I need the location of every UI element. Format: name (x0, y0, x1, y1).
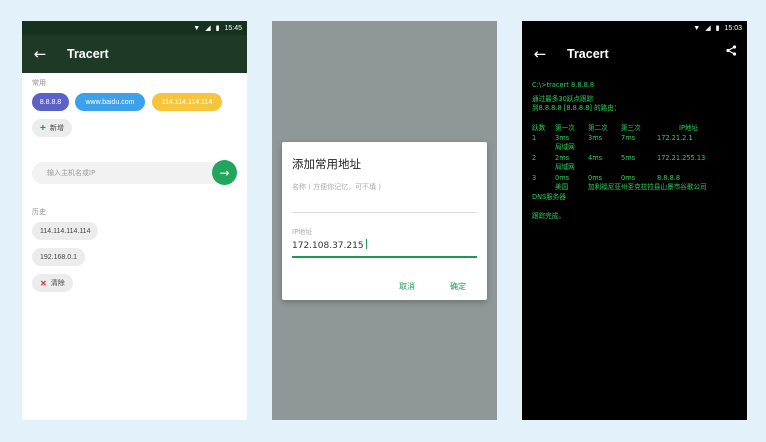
ip-field-underline (292, 256, 477, 258)
ip-field-label: IP地址 (292, 228, 313, 236)
host-search-input[interactable]: 输入主机名或IP (32, 162, 224, 184)
hop-location: 局域网 (555, 163, 575, 171)
clear-label: 清除 (50, 280, 65, 287)
dialog-title: 添加常用地址 (292, 157, 361, 171)
hop-ip: 172.21.255.13 (657, 154, 706, 162)
common-chip[interactable]: 114.114.114.114 (152, 93, 222, 111)
share-icon[interactable] (726, 45, 737, 59)
confirm-button[interactable]: 确定 (450, 281, 466, 292)
clear-history-button[interactable]: ✕ 清除 (32, 274, 73, 292)
hop-number: 3 (532, 174, 537, 182)
plus-icon: + (40, 122, 46, 134)
hop-time: 7ms (621, 134, 636, 142)
hop-number: 2 (532, 154, 537, 162)
hop-location: 美国 (555, 183, 569, 191)
cancel-button[interactable]: 取消 (399, 281, 415, 292)
header-hop: 跃数 (532, 124, 546, 132)
add-address-dialog: 添加常用地址 名称 ( 方便你记忆，可不填 ) IP地址 172.108.37.… (282, 142, 487, 300)
name-field[interactable] (292, 212, 477, 213)
signal-icon: ◢ (205, 24, 211, 32)
history-section-label: 历史 (32, 208, 46, 216)
app-title: Tracert (67, 47, 109, 61)
wifi-icon: ▼ (693, 24, 701, 32)
hop-time: 0ms (621, 174, 636, 182)
trace-intro: 通过最多30跃点跟踪 (532, 95, 594, 103)
ip-field-value: 172.108.37.215 (292, 241, 364, 251)
hop-time: 3ms (555, 134, 570, 142)
add-label: 新增 (49, 125, 64, 132)
header-time3: 第三次 (621, 124, 641, 132)
history-item[interactable]: 114.114.114.114 (32, 222, 99, 240)
hop-time: 4ms (588, 154, 603, 162)
phone-screen-result: ▼ ◢ ▮ 15:03 ← Tracert C:\>tracert 8.8.8.… (522, 21, 747, 420)
header-time2: 第二次 (588, 124, 608, 132)
name-field-hint: 名称 ( 方便你记忆，可不填 ) (292, 183, 382, 191)
hop-time: 2ms (555, 154, 570, 162)
phone-screen-dialog: 添加常用地址 名称 ( 方便你记忆，可不填 ) IP地址 172.108.37.… (272, 21, 497, 420)
history-item[interactable]: 192.168.0.1 (32, 248, 85, 266)
hop-time: 5ms (621, 154, 636, 162)
header-ip: IP地址 (679, 124, 699, 132)
hop-number: 1 (532, 134, 537, 142)
hop-time: 0ms (555, 174, 570, 182)
ip-field[interactable]: 172.108.37.215 (292, 239, 367, 251)
signal-icon: ◢ (705, 24, 711, 32)
battery-icon: ▮ (715, 24, 720, 32)
text-caret (365, 239, 367, 249)
dns-label: DNS服务器 (532, 193, 566, 201)
status-time: 15:45 (224, 24, 242, 32)
common-chip[interactable]: 8.8.8.8 (32, 93, 69, 111)
trace-intro: 到8.8.8.8 [8.8.8.8] 的路由： (532, 104, 621, 112)
hop-ip: 8.8.8.8 (657, 174, 681, 182)
app-bar: ← Tracert (22, 35, 247, 73)
trace-complete: 跟踪完成。 (532, 212, 565, 220)
common-section-label: 常用 (32, 79, 46, 87)
hop-ip: 172.21.2.1 (657, 134, 693, 142)
search-placeholder: 输入主机名或IP (47, 169, 96, 177)
trace-go-button[interactable]: → (212, 160, 237, 185)
status-bar: ▼ ◢ ▮ 15:03 (522, 21, 747, 35)
wifi-icon: ▼ (193, 24, 201, 32)
close-icon: ✕ (40, 278, 47, 288)
battery-icon: ▮ (215, 24, 220, 32)
add-common-button[interactable]: + 新增 (32, 119, 72, 137)
status-bar: ▼ ◢ ▮ 15:45 (22, 21, 247, 35)
arrow-right-icon: → (219, 165, 230, 180)
back-arrow-icon[interactable]: ← (22, 46, 58, 62)
app-bar: ← Tracert (522, 35, 747, 73)
common-chip[interactable]: www.baidu.com (75, 93, 145, 111)
app-title: Tracert (567, 47, 609, 61)
hop-time: 0ms (588, 174, 603, 182)
hop-location: 局域网 (555, 143, 575, 151)
hop-location-detail: 加利福尼亚州圣克拉拉县山景市谷歌公司 (588, 183, 707, 191)
phone-screen-main: ▼ ◢ ▮ 15:45 ← Tracert 常用 8.8.8.8 www.bai… (22, 21, 247, 420)
header-time1: 第一次 (555, 124, 575, 132)
hop-time: 3ms (588, 134, 603, 142)
status-time: 15:03 (724, 24, 742, 32)
back-arrow-icon[interactable]: ← (522, 46, 558, 62)
command-line: C:\>tracert 8.8.8.8 (532, 81, 595, 89)
